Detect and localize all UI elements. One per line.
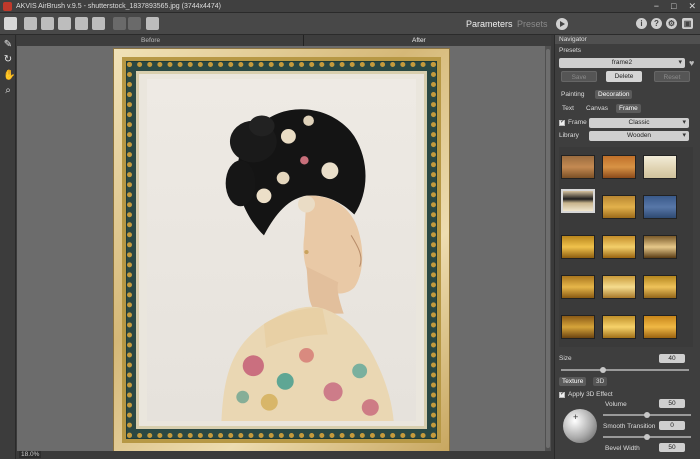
- library-select[interactable]: Wooden: [589, 131, 689, 141]
- save-file-icon[interactable]: [41, 17, 54, 30]
- help-icon[interactable]: ?: [651, 18, 662, 29]
- notification-icon[interactable]: ▣: [682, 18, 693, 29]
- frame-label: Frame: [568, 119, 587, 126]
- main-toolbar: Parameters Presets i ? ⚙ ▣: [0, 13, 700, 35]
- delete-preset-button[interactable]: Delete: [606, 71, 642, 82]
- frame-style-select[interactable]: Classic: [589, 118, 689, 128]
- light-direction-sphere[interactable]: [563, 409, 597, 443]
- mode-presets[interactable]: Presets: [517, 19, 548, 29]
- print-icon[interactable]: [58, 17, 71, 30]
- frame-thumb[interactable]: [602, 275, 636, 299]
- open-file-icon[interactable]: [24, 17, 37, 30]
- smooth-transition-label: Smooth Transition: [603, 423, 656, 430]
- navigator-header[interactable]: Navigator: [555, 35, 700, 44]
- frame-thumb[interactable]: [602, 195, 636, 219]
- status-bar: 18.0%: [17, 451, 551, 459]
- settings-panel: Navigator Presets frame2 ♥ Save Delete R…: [554, 35, 700, 459]
- reset-preset-button[interactable]: Reset: [654, 71, 690, 82]
- tab-after[interactable]: After: [412, 37, 426, 44]
- bevel-width-label: Bevel Width: [605, 445, 640, 452]
- frame-thumb[interactable]: [561, 275, 595, 299]
- vertical-scrollbar[interactable]: [545, 46, 551, 451]
- tab-decoration[interactable]: Decoration: [595, 90, 633, 99]
- frame-thumb-selected[interactable]: [561, 189, 595, 213]
- history-brush-icon[interactable]: ↻: [3, 55, 13, 65]
- run-icon[interactable]: [556, 18, 568, 30]
- size-slider[interactable]: [561, 367, 689, 373]
- home-icon[interactable]: [4, 17, 17, 30]
- frame-thumb[interactable]: [602, 315, 636, 339]
- volume-slider-knob[interactable]: [644, 412, 650, 418]
- volume-slider[interactable]: [603, 412, 691, 418]
- favorite-heart-icon[interactable]: ♥: [689, 58, 694, 68]
- size-slider-knob[interactable]: [600, 367, 607, 373]
- volume-label: Volume: [605, 401, 627, 408]
- artwork-image: [147, 79, 416, 421]
- bevel-width-value[interactable]: 50: [659, 443, 685, 452]
- frame-thumb[interactable]: [602, 235, 636, 259]
- preset-select[interactable]: frame2: [559, 58, 685, 68]
- tab-before[interactable]: Before: [141, 37, 160, 44]
- mode-parameters[interactable]: Parameters: [466, 19, 513, 29]
- undo-icon[interactable]: [113, 17, 126, 30]
- frame-thumb[interactable]: [561, 235, 595, 259]
- smooth-slider-knob[interactable]: [644, 434, 650, 440]
- frame-thumbnails: [559, 147, 693, 347]
- save-preset-button[interactable]: Save: [561, 71, 597, 82]
- tools-sidebar: ✎ ↻ ✋ ⌕: [0, 35, 16, 459]
- smooth-transition-slider[interactable]: [603, 434, 691, 440]
- settings-icon[interactable]: ⚙: [666, 18, 677, 29]
- apply-3d-checkbox[interactable]: [559, 390, 565, 398]
- frame-checkbox[interactable]: [559, 118, 565, 126]
- zoom-level[interactable]: 18.0%: [19, 451, 42, 458]
- smooth-transition-value[interactable]: 0: [659, 421, 685, 430]
- redo-icon[interactable]: [128, 17, 141, 30]
- frame-thumb[interactable]: [643, 155, 677, 179]
- frame-thumb[interactable]: [643, 275, 677, 299]
- volume-value[interactable]: 50: [659, 399, 685, 408]
- batch-icon[interactable]: [92, 17, 105, 30]
- info-icon[interactable]: i: [636, 18, 647, 29]
- app-logo-icon: [3, 1, 12, 11]
- frame-thumb[interactable]: [643, 195, 677, 219]
- maximize-button[interactable]: □: [671, 1, 676, 12]
- presets-label: Presets: [559, 47, 582, 54]
- share-icon[interactable]: [75, 17, 88, 30]
- frame-thumb[interactable]: [561, 315, 595, 339]
- title-bar: AKVIS AirBrush v.9.5 - shutterstock_1837…: [0, 0, 700, 13]
- zoom-tool-icon[interactable]: ⌕: [3, 86, 13, 96]
- tab-painting[interactable]: Painting: [558, 90, 588, 99]
- brush-tool-icon[interactable]: ✎: [3, 40, 13, 50]
- before-after-tabs: Before After: [17, 35, 551, 46]
- subtab-frame[interactable]: Frame: [616, 104, 641, 113]
- hand-tool-icon[interactable]: ✋: [3, 71, 15, 81]
- snapshot-icon[interactable]: [146, 17, 159, 30]
- close-button[interactable]: ✕: [688, 1, 696, 12]
- apply-3d-label: Apply 3D Effect: [568, 391, 613, 398]
- frame-thumb[interactable]: [602, 155, 636, 179]
- decorative-frame: [113, 48, 450, 452]
- subtab-canvas[interactable]: Canvas: [583, 104, 611, 113]
- size-value[interactable]: 40: [659, 354, 685, 363]
- frame-thumb[interactable]: [643, 315, 677, 339]
- tab-3d[interactable]: 3D: [593, 377, 608, 386]
- library-label: Library: [559, 132, 579, 139]
- window-title: AKVIS AirBrush v.9.5 - shutterstock_1837…: [16, 2, 221, 10]
- subtab-text[interactable]: Text: [559, 104, 577, 113]
- minimize-button[interactable]: −: [654, 1, 659, 12]
- tab-texture[interactable]: Texture: [559, 377, 587, 386]
- frame-thumb[interactable]: [561, 155, 595, 179]
- size-label: Size: [559, 355, 572, 362]
- frame-thumb[interactable]: [643, 235, 677, 259]
